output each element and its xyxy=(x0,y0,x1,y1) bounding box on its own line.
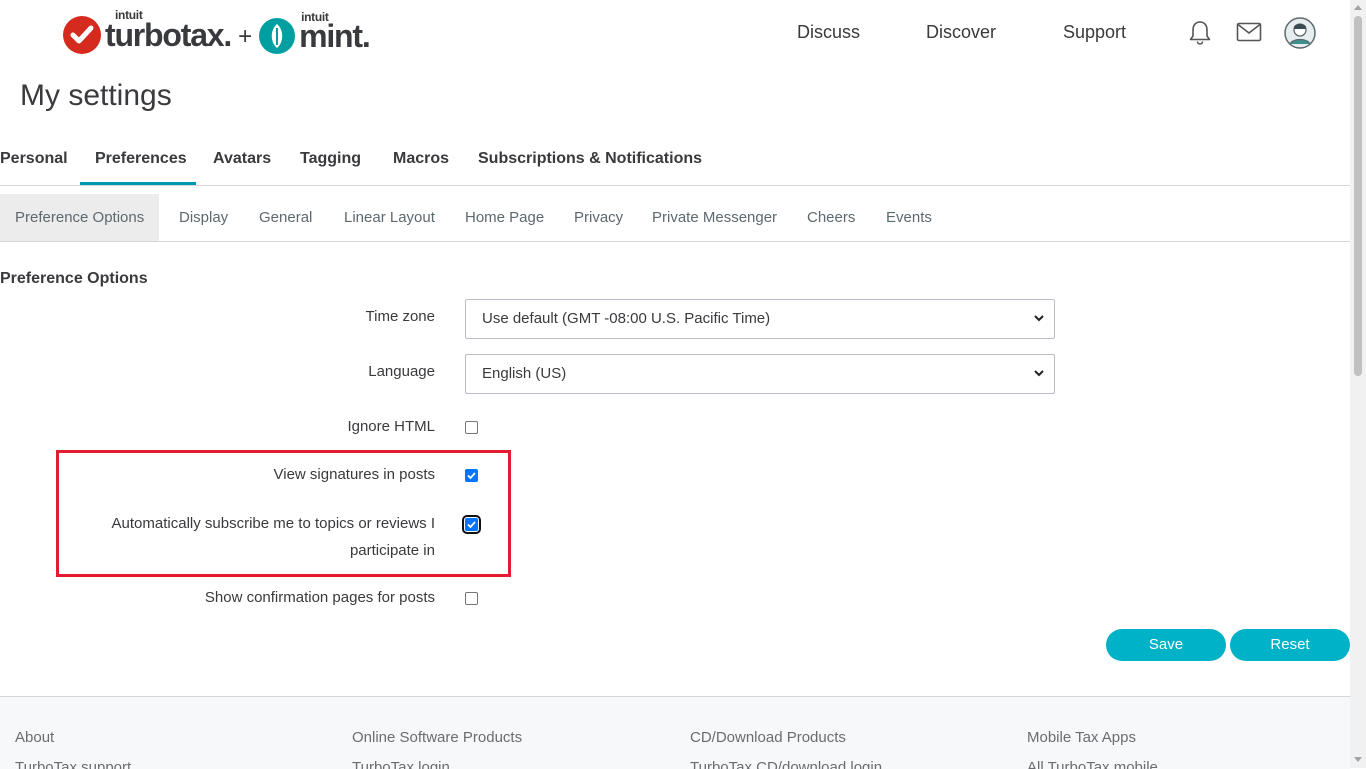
ignore-html-label: Ignore HTML xyxy=(347,418,435,435)
nav-discuss[interactable]: Discuss xyxy=(797,22,860,43)
brand-logo[interactable]: intuit turbotax. + intuit mint. xyxy=(63,8,371,54)
save-button[interactable]: Save xyxy=(1106,629,1226,661)
scroll-up-arrow-icon[interactable] xyxy=(1354,5,1362,10)
turbotax-logo: intuit turbotax. xyxy=(63,8,232,54)
tab-subscriptions-notifications[interactable]: Subscriptions & Notifications xyxy=(478,150,702,168)
subtab-events[interactable]: Events xyxy=(886,194,932,241)
logo-plus: + xyxy=(238,23,253,50)
tab-preferences[interactable]: Preferences xyxy=(95,150,187,168)
intuit-wordmark: intuit xyxy=(115,8,143,22)
tab-personal[interactable]: Personal xyxy=(0,150,68,168)
nav-discover[interactable]: Discover xyxy=(926,22,996,43)
subtab-private-messenger[interactable]: Private Messenger xyxy=(652,194,777,241)
mint-leaf-icon xyxy=(259,18,296,54)
ignore-html-checkbox[interactable] xyxy=(465,421,478,434)
nav-support[interactable]: Support xyxy=(1063,22,1126,43)
scrollbar-thumb[interactable] xyxy=(1354,16,1362,376)
turbotax-wordmark: turbotax. xyxy=(105,17,232,53)
turbotax-check-icon xyxy=(63,16,101,54)
user-avatar[interactable] xyxy=(1284,17,1316,54)
site-header: intuit turbotax. + intuit mint. Discuss … xyxy=(0,0,1350,70)
preference-subtabs: Preference Options Display General Linea… xyxy=(0,194,1350,242)
settings-tabs: Personal Preferences Avatars Tagging Mac… xyxy=(0,138,1350,186)
show-confirmation-label: Show confirmation pages for posts xyxy=(204,589,435,606)
subtab-linear-layout[interactable]: Linear Layout xyxy=(344,194,435,241)
language-label: Language xyxy=(368,363,435,380)
reset-button[interactable]: Reset xyxy=(1230,629,1350,661)
tab-macros[interactable]: Macros xyxy=(393,150,449,168)
timezone-value: Use default (GMT -08:00 U.S. Pacific Tim… xyxy=(482,310,771,327)
intuit-wordmark-2: intuit xyxy=(301,10,329,24)
show-confirmation-checkbox[interactable] xyxy=(465,592,478,605)
footer-cd-products-title: CD/Download Products xyxy=(690,729,846,746)
subtab-privacy[interactable]: Privacy xyxy=(574,194,623,241)
language-value: English (US) xyxy=(482,365,567,382)
mint-logo: intuit mint. xyxy=(259,10,371,54)
footer-about-title: About xyxy=(15,729,55,746)
subtab-general[interactable]: General xyxy=(259,194,312,241)
mint-wordmark: mint. xyxy=(299,18,371,54)
page-title: My settings xyxy=(20,79,172,112)
language-select[interactable]: English (US) xyxy=(465,354,1055,394)
timezone-select[interactable]: Use default (GMT -08:00 U.S. Pacific Tim… xyxy=(465,299,1055,339)
timezone-label: Time zone xyxy=(365,308,435,325)
subtab-preference-options[interactable]: Preference Options xyxy=(0,194,160,241)
footer-mobile-apps-title: Mobile Tax Apps xyxy=(1027,729,1136,746)
highlight-box xyxy=(56,450,511,577)
subtab-cheers[interactable]: Cheers xyxy=(807,194,855,241)
page-scrollbar[interactable] xyxy=(1350,0,1366,768)
tab-tagging[interactable]: Tagging xyxy=(300,150,361,168)
scroll-down-arrow-icon[interactable] xyxy=(1354,757,1362,762)
site-footer: About TurboTax support Online Software P… xyxy=(0,696,1350,769)
subtab-display[interactable]: Display xyxy=(179,194,228,241)
chevron-down-icon xyxy=(1032,366,1046,385)
tab-avatars[interactable]: Avatars xyxy=(213,150,271,168)
chevron-down-icon xyxy=(1032,311,1046,330)
bell-icon[interactable] xyxy=(1188,20,1212,51)
section-title: Preference Options xyxy=(0,270,148,287)
active-tab-indicator xyxy=(80,182,196,185)
subtab-home-page[interactable]: Home Page xyxy=(465,194,544,241)
footer-online-products-title: Online Software Products xyxy=(352,729,523,746)
mail-icon[interactable] xyxy=(1236,22,1262,47)
